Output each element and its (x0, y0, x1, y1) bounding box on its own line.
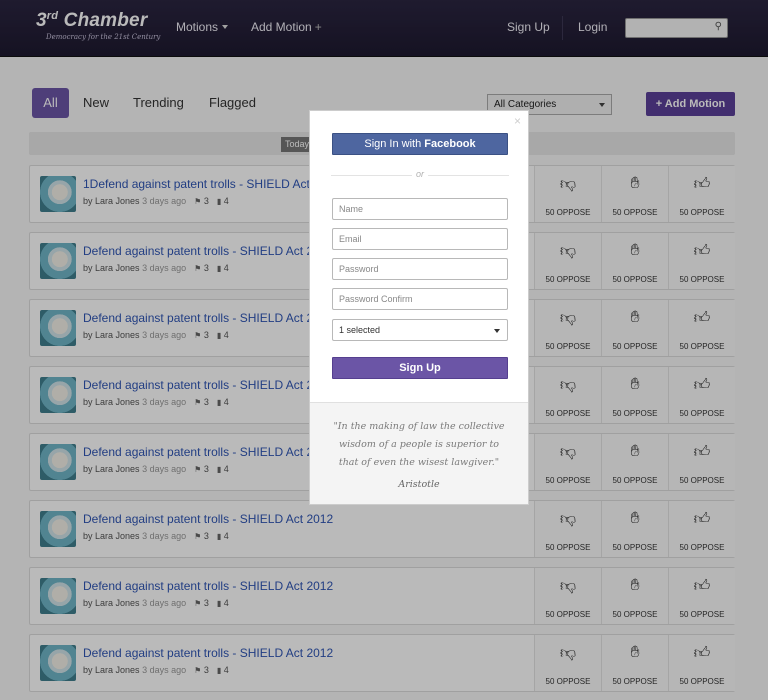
facebook-signin-button[interactable]: Sign In with Facebook (332, 133, 508, 155)
quote-text: "In the making of law the collective wis… (333, 421, 505, 468)
chevron-down-icon (494, 329, 500, 333)
close-icon[interactable]: × (514, 114, 521, 128)
quote-author: Aristotle (398, 479, 440, 490)
name-field[interactable] (332, 198, 508, 220)
facebook-brand: Facebook (424, 138, 476, 150)
password-field[interactable] (332, 258, 508, 280)
password-confirm-field[interactable] (332, 288, 508, 310)
signup-modal: × Sign In with Facebook or 1 selected Si… (309, 110, 529, 505)
signup-submit-button[interactable]: Sign Up (332, 357, 508, 379)
quote-panel: "In the making of law the collective wis… (310, 402, 528, 504)
or-separator: or (412, 169, 428, 179)
category-multiselect[interactable]: 1 selected (332, 319, 508, 341)
multiselect-value: 1 selected (339, 325, 381, 335)
facebook-signin-label: Sign In with (364, 138, 425, 150)
email-field[interactable] (332, 228, 508, 250)
